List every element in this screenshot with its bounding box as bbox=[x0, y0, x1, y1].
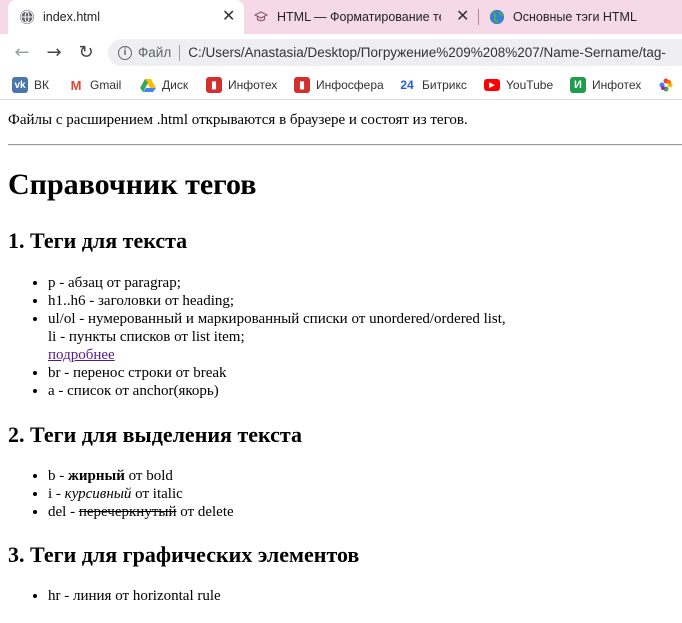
infosfera-icon: ▮ bbox=[294, 77, 310, 93]
bookmark-label: ВК bbox=[34, 78, 49, 92]
more-link[interactable]: подробнее bbox=[48, 347, 115, 363]
tab-basic-html-tags[interactable]: Основные тэги HTML bbox=[490, 0, 682, 34]
list-item: del - перечеркнутый от delete bbox=[48, 503, 234, 521]
bookmark-label: Инфосфера bbox=[316, 78, 384, 92]
bookmark-infotech[interactable]: ▮ Инфотех bbox=[206, 76, 277, 94]
tab-index-html[interactable]: index.html ✕ bbox=[8, 0, 244, 34]
bitrix24-icon: 24 bbox=[400, 78, 414, 92]
close-tab-icon[interactable]: ✕ bbox=[456, 0, 468, 34]
tab-title: Основные тэги HTML bbox=[513, 10, 637, 24]
graduation-cap-icon bbox=[254, 10, 268, 24]
page-title: Справочник тегов bbox=[8, 168, 257, 201]
bookmark-label: YouTube bbox=[506, 78, 554, 92]
list-item: b - жирный от bold bbox=[48, 467, 234, 485]
bookmark-infotech-2[interactable]: И Инфотех bbox=[570, 76, 641, 94]
tab-divider bbox=[478, 9, 479, 25]
strikethrough-example: перечеркнутый bbox=[78, 504, 177, 520]
vk-icon: vk bbox=[12, 77, 28, 93]
text-tags-list: p - абзац от paragrap; h1..h6 - заголовк… bbox=[8, 274, 506, 400]
list-item-text: del - bbox=[48, 504, 79, 520]
globe-icon bbox=[20, 10, 34, 24]
browser-toolbar: ← → ↻ i Файл C:/Users/Anastasia/Desktop/… bbox=[0, 34, 682, 70]
url-text[interactable]: C:/Users/Anastasia/Desktop/Погружение%20… bbox=[188, 45, 666, 60]
intro-paragraph: Файлы с расширением .html открываются в … bbox=[8, 112, 468, 128]
bookmark-label: Gmail bbox=[90, 78, 122, 92]
bookmark-youtube[interactable]: ▶ YouTube bbox=[484, 76, 553, 94]
list-item: a - список от anchor(якорь) bbox=[48, 382, 506, 400]
list-item-text: i - bbox=[48, 486, 65, 502]
bookmark-bitrix[interactable]: 24 Битрикс bbox=[398, 76, 467, 94]
scheme-label: Файл bbox=[138, 45, 172, 60]
address-separator bbox=[179, 44, 181, 61]
italic-example: курсивный bbox=[64, 486, 132, 502]
list-item: h1..h6 - заголовки от heading; bbox=[48, 292, 506, 310]
list-item: hr - линия от horizontal rule bbox=[48, 587, 221, 605]
tab-title: index.html bbox=[43, 10, 100, 24]
bookmark-pinwheel[interactable] bbox=[658, 76, 680, 94]
address-bar[interactable]: i Файл C:/Users/Anastasia/Desktop/Погруж… bbox=[108, 39, 682, 66]
bookmark-vk[interactable]: vk ВК bbox=[12, 76, 49, 94]
bookmark-label: Битрикс bbox=[422, 78, 467, 92]
bookmark-gmail[interactable]: M Gmail bbox=[68, 76, 121, 94]
forward-arrow-icon[interactable]: → bbox=[42, 40, 66, 64]
earth-icon bbox=[490, 10, 504, 24]
list-item: p - абзац от paragrap; bbox=[48, 274, 506, 292]
list-item-text: от italic bbox=[131, 486, 183, 502]
horizontal-rule bbox=[8, 144, 682, 146]
list-item: i - курсивный от italic bbox=[48, 485, 234, 503]
section-heading-graphic-tags: 3. Теги для графических элементов bbox=[8, 542, 360, 567]
tab-html-formatting[interactable]: HTML — Форматирование текс ✕ bbox=[254, 0, 468, 34]
bookmark-label: Инфотех bbox=[228, 78, 278, 92]
section-heading-text-tags: 1. Теги для текста bbox=[8, 228, 188, 253]
list-item: ul/ol - нумерованный и маркированный спи… bbox=[48, 310, 506, 364]
list-item-text: от delete bbox=[176, 504, 234, 520]
list-item-text: ul/ol - нумерованный и маркированный спи… bbox=[48, 311, 506, 327]
bookmark-label: Инфотех bbox=[592, 78, 642, 92]
list-item-text: li - пункты списков от list item; bbox=[48, 329, 245, 345]
tab-strip: index.html ✕ HTML — Форматирование текс … bbox=[0, 0, 682, 34]
bookmark-label: Диск bbox=[162, 78, 189, 92]
pinwheel-icon bbox=[658, 77, 674, 93]
graphic-tags-list: hr - линия от horizontal rule bbox=[8, 587, 221, 605]
list-item: br - перенос строки от break bbox=[48, 364, 506, 382]
drive-icon bbox=[140, 77, 156, 93]
bookmark-disk[interactable]: Диск bbox=[140, 76, 188, 94]
reload-icon[interactable]: ↻ bbox=[74, 40, 98, 64]
highlight-tags-list: b - жирный от bold i - курсивный от ital… bbox=[8, 467, 234, 521]
section-heading-highlight-tags: 2. Теги для выделения текста bbox=[8, 422, 302, 447]
infotech-icon: ▮ bbox=[206, 77, 222, 93]
bookmarks-bar: vk ВК M Gmail Диск ▮ Инфотех ▮ Инфосфера… bbox=[0, 70, 682, 100]
tab-title: HTML — Форматирование текс bbox=[277, 10, 441, 24]
youtube-icon: ▶ bbox=[484, 79, 500, 91]
bold-example: жирный bbox=[68, 468, 125, 484]
list-item-text: b - bbox=[48, 468, 68, 484]
infotech-green-icon: И bbox=[570, 77, 586, 93]
back-arrow-icon[interactable]: ← bbox=[10, 40, 34, 64]
list-item-text: от bold bbox=[124, 468, 173, 484]
close-tab-icon[interactable]: ✕ bbox=[222, 0, 235, 34]
info-icon[interactable]: i bbox=[118, 45, 132, 60]
gmail-icon: M bbox=[68, 77, 84, 93]
bookmark-infosfera[interactable]: ▮ Инфосфера bbox=[294, 76, 384, 94]
